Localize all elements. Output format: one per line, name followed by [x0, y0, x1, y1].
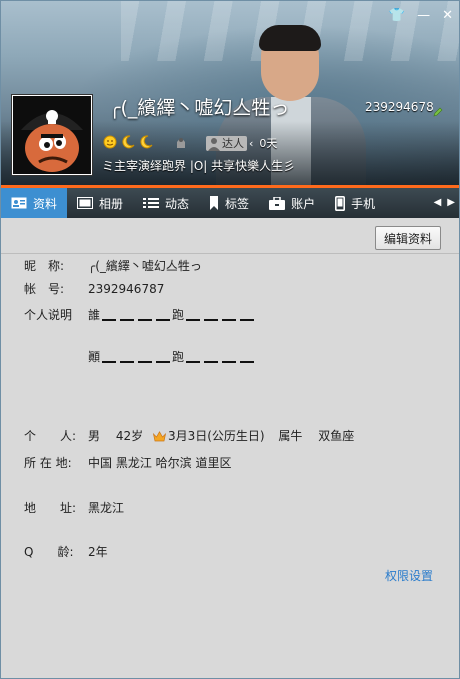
- edit-pencil-icon[interactable]: [433, 107, 443, 117]
- daren-badge[interactable]: 达人 ‹ 0天: [206, 135, 277, 151]
- birthday-value: 3月3日(公历生日): [167, 429, 265, 443]
- location-label: 所 在 地:: [24, 456, 72, 470]
- wallet-icon: [269, 196, 286, 210]
- daren-label: 达人: [222, 136, 244, 150]
- feed-list-icon: [143, 198, 160, 208]
- tab-album[interactable]: 相册: [67, 188, 133, 218]
- personal-label: 个 人:: [24, 429, 77, 443]
- personal-row: 个 人: 男 42岁 3月3日(公历生日) 属牛 双鱼座: [24, 427, 354, 444]
- crown-icon: [152, 431, 166, 442]
- description-text: 顚: [88, 350, 101, 364]
- tab-scroll-arrows: ◀ ▶: [434, 197, 455, 208]
- title-buttons: 👕 — ✕: [389, 9, 453, 23]
- skin-icon[interactable]: 👕: [389, 9, 405, 23]
- minimize-button[interactable]: —: [417, 9, 430, 23]
- header-account-number: 2392946787: [365, 100, 433, 114]
- location-value: 中国 黑龙江 哈尔滨 道里区: [88, 456, 232, 470]
- phone-icon: [335, 195, 346, 211]
- daren-tag: 达人: [206, 135, 247, 151]
- divider: [1, 253, 459, 254]
- tab-label: 账户: [291, 196, 316, 211]
- edit-profile-button[interactable]: 编辑资料: [375, 226, 441, 250]
- profile-content: 编辑资料 昵 称: ╭(_繽繹丶嘘幻亼牲っ 帐 号: 2392946787 个人说明…: [1, 218, 459, 678]
- qage-value: 2年: [88, 545, 108, 559]
- tab-label: 手机: [351, 196, 376, 211]
- nickname-label: 昵 称:: [24, 259, 65, 273]
- tab-feed[interactable]: 动态: [133, 188, 199, 218]
- sun-level-icon: [103, 135, 117, 149]
- nickname-value: ╭(_繽繹丶嘘幻亼牲っ: [88, 259, 202, 273]
- tab-label: 相册: [99, 196, 124, 211]
- constellation-value: 双鱼座: [318, 429, 355, 443]
- scroll-right-icon[interactable]: ▶: [447, 197, 455, 208]
- profile-window: 👕 — ✕ ╭(_繽繹丶嘘幻亼牲っ 2392946787: [0, 0, 460, 679]
- tab-label: 资料: [33, 196, 58, 211]
- header-nickname: ╭(_繽繹丶嘘幻亼牲っ: [109, 97, 290, 119]
- moon-level-icon: [140, 135, 153, 149]
- description-text: 跑: [172, 308, 185, 322]
- tab-account[interactable]: 账户: [259, 188, 325, 218]
- avatar[interactable]: [12, 95, 92, 175]
- location-row: 所 在 地: 中国 黑龙江 哈尔滨 道里区: [24, 454, 231, 471]
- person-icon: [208, 137, 220, 151]
- bookmark-icon: [210, 196, 219, 210]
- tab-label: 动态: [165, 196, 190, 211]
- account-label: 帐 号:: [24, 282, 65, 296]
- description-text: 跑: [172, 350, 185, 364]
- daren-days: 0天: [259, 137, 278, 150]
- level-icons: [102, 134, 156, 150]
- qage-label: Q 龄:: [24, 545, 74, 559]
- vip-icon[interactable]: [173, 134, 189, 150]
- moon-level-icon: [122, 135, 135, 149]
- description-label: 个人说明: [24, 308, 73, 322]
- scroll-left-icon[interactable]: ◀: [434, 197, 442, 208]
- close-button[interactable]: ✕: [442, 9, 453, 23]
- tab-tags[interactable]: 标签: [199, 188, 259, 218]
- description-row: 个人说明: [24, 306, 88, 323]
- account-row: 帐 号: 2392946787: [24, 280, 164, 297]
- signature[interactable]: ミ主宰演绎跑界 |O| 共享快樂人生彡: [102, 157, 295, 174]
- zodiac-value: 属牛: [278, 429, 303, 443]
- address-label: 地 址:: [24, 501, 77, 515]
- permission-settings-link[interactable]: 权限设置: [385, 567, 433, 584]
- description-line-2: 顚跑: [88, 348, 256, 365]
- tab-phone[interactable]: 手机: [325, 188, 385, 218]
- profile-header: 👕 — ✕ ╭(_繽繹丶嘘幻亼牲っ 2392946787: [1, 1, 459, 187]
- photo-album-icon: [77, 197, 94, 209]
- qage-row: Q 龄: 2年: [24, 543, 108, 560]
- tab-label: 标签: [225, 196, 250, 211]
- gender-value: 男: [88, 429, 101, 443]
- tab-profile[interactable]: 资料: [1, 188, 68, 218]
- address-value: 黑龙江: [88, 501, 125, 515]
- age-value: 42岁: [115, 429, 144, 443]
- address-row: 地 址: 黑龙江: [24, 499, 124, 516]
- profile-card-icon: [11, 197, 27, 209]
- description-text: 誰: [88, 308, 101, 322]
- tab-bar: 资料 相册 动态 标签 账户 手机: [1, 188, 459, 218]
- account-value: 2392946787: [88, 282, 165, 296]
- nickname-row: 昵 称: ╭(_繽繹丶嘘幻亼牲っ: [24, 257, 202, 274]
- description-line-1: 誰跑: [88, 306, 256, 323]
